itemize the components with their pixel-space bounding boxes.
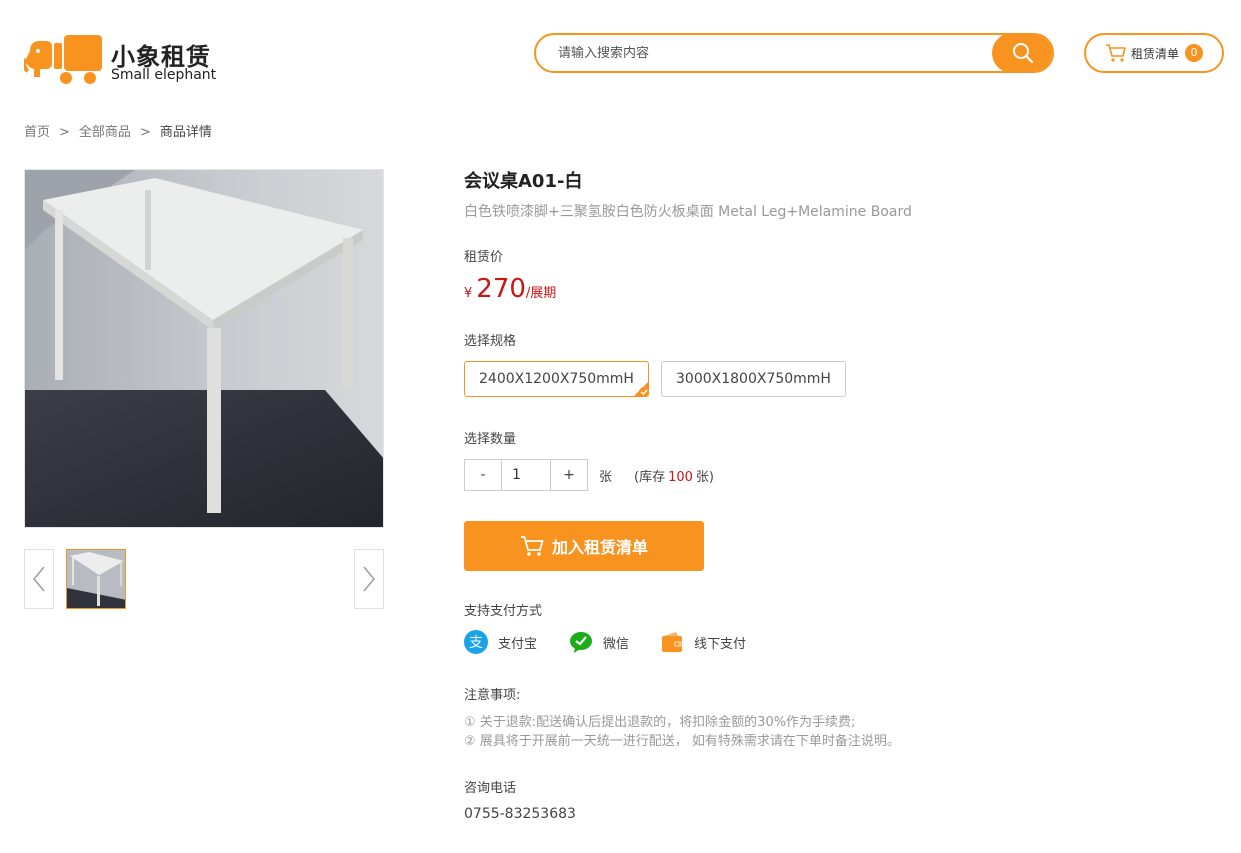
alipay-icon: 支 — [464, 630, 488, 654]
stock-prefix: (库存 — [634, 470, 666, 485]
cart-count-badge: 0 — [1185, 44, 1203, 62]
search-icon — [1013, 43, 1034, 64]
quantity-stepper: - + — [464, 459, 588, 491]
cart-icon — [1105, 44, 1126, 62]
brand-logo[interactable]: 小象租赁 Small elephant — [24, 33, 224, 85]
chevron-right-icon — [363, 566, 375, 592]
price-label: 租赁价 — [464, 250, 504, 265]
quantity-increase-button[interactable]: + — [551, 460, 587, 490]
wechat-icon — [570, 632, 592, 653]
breadcrumb-home[interactable]: 首页 — [24, 125, 50, 140]
stock-info: (库存 100 张) — [634, 466, 714, 485]
spec-label: 选择规格 — [464, 334, 517, 349]
gallery-thumbnail[interactable] — [66, 549, 126, 609]
stock-suffix: 张) — [695, 470, 714, 485]
spec-option-label: 3000X1800X750mmH — [676, 371, 831, 387]
price-value: 270 — [476, 274, 526, 304]
spec-option-selected[interactable]: 2400X1200X750mmH — [464, 361, 649, 397]
search-box — [534, 33, 1054, 73]
payment-method-label: 微信 — [603, 636, 630, 652]
quantity-label: 选择数量 — [464, 432, 517, 447]
search-button[interactable] — [992, 35, 1052, 71]
notes-label: 注意事项: — [464, 688, 521, 703]
contact-label: 咨询电话 — [464, 781, 517, 796]
brand-name-en: Small elephant — [111, 67, 217, 83]
svg-text:支: 支 — [469, 635, 483, 651]
breadcrumb-all-products[interactable]: 全部商品 — [79, 125, 131, 140]
breadcrumb-separator: > — [139, 125, 151, 140]
cart-icon — [520, 536, 544, 556]
breadcrumb-current: 商品详情 — [159, 125, 212, 140]
breadcrumb: 首页 > 全部商品 > 商品详情 — [24, 121, 212, 140]
quantity-decrease-button[interactable]: - — [465, 460, 501, 490]
quantity-unit: 张 — [599, 470, 613, 485]
contact-phone: 0755-83253683 — [464, 806, 576, 822]
payment-method-label: 支付宝 — [498, 636, 538, 652]
spec-option-label: 2400X1200X750mmH — [479, 371, 634, 387]
product-title: 会议桌A01-白 — [464, 171, 583, 192]
notes-line: ② 展具将于开展前一天统一进行配送， 如有特殊需求请在下单时备注说明。 — [464, 734, 900, 749]
elephant-logo-icon — [24, 35, 102, 84]
quantity-input[interactable] — [501, 460, 551, 490]
gallery-next-button[interactable] — [354, 549, 384, 609]
notes-list: ① 关于退款:配送确认后提出退款的，将扣除金额的30%作为手续费; ② 展具将于… — [464, 713, 900, 751]
cart-label: 租赁清单 — [1130, 46, 1179, 61]
payment-method-offline: 线下支付 — [660, 630, 746, 654]
selected-check-icon — [633, 381, 648, 396]
breadcrumb-separator: > — [59, 125, 70, 140]
wallet-icon — [662, 632, 682, 652]
product-price: ¥270/展期 — [464, 274, 556, 304]
chevron-left-icon — [33, 566, 45, 592]
spec-option[interactable]: 3000X1800X750mmH — [661, 361, 846, 397]
gallery-prev-button[interactable] — [24, 549, 54, 609]
cart-button[interactable]: 租赁清单 0 — [1084, 33, 1224, 73]
product-main-image — [24, 169, 384, 528]
payment-method-label: 线下支付 — [694, 636, 747, 652]
search-input[interactable] — [536, 35, 996, 71]
stock-count: 100 — [668, 470, 693, 485]
payment-label: 支持支付方式 — [464, 604, 543, 619]
payment-method-wechat: 微信 — [569, 630, 629, 654]
add-to-rental-list-button[interactable]: 加入租赁清单 — [464, 521, 704, 571]
add-to-rental-list-label: 加入租赁清单 — [551, 538, 648, 557]
price-currency: ¥ — [464, 286, 473, 301]
payment-method-alipay: 支 支付宝 — [464, 630, 537, 654]
price-unit: /展期 — [525, 286, 557, 301]
notes-line: ① 关于退款:配送确认后提出退款的，将扣除金额的30%作为手续费; — [464, 715, 856, 730]
product-subtitle: 白色铁喷漆脚+三聚氢胺白色防火板桌面 Metal Leg+Melamine Bo… — [464, 204, 912, 220]
